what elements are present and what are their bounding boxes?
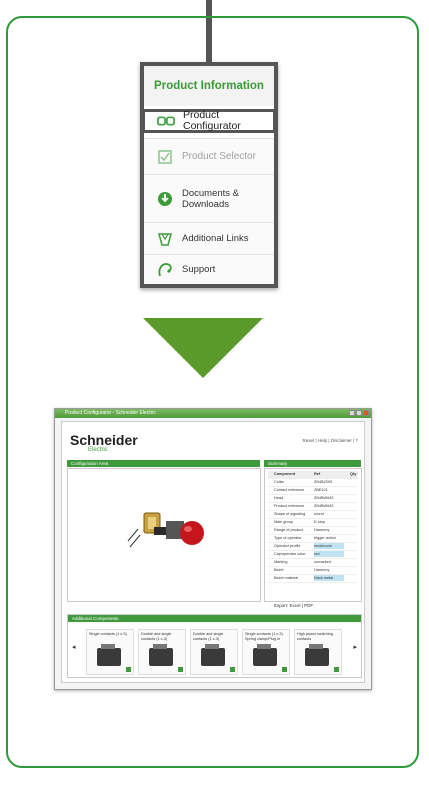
component-image bbox=[253, 644, 277, 666]
component-card-title: High power switching contacts bbox=[297, 632, 333, 641]
summary-row: Main group E-stop bbox=[268, 519, 358, 527]
down-arrow-icon bbox=[143, 318, 263, 378]
summary-title: Summary bbox=[264, 460, 361, 467]
brand-logo: Schneider bbox=[70, 432, 138, 448]
top-links[interactable]: Reset | Help | Disclaimer | ? bbox=[302, 438, 358, 443]
checkbox-icon bbox=[156, 148, 174, 166]
minimize-icon[interactable] bbox=[349, 410, 355, 416]
window-titlebar: Product Configurator - Schneider Electri… bbox=[55, 409, 371, 418]
summary-panel: Component Ref Qty Collar ZB4BZ009 Contact … bbox=[264, 468, 362, 602]
menu-item-documents-downloads[interactable]: Documents & Downloads bbox=[144, 174, 274, 222]
summary-row: Marking unmarked bbox=[268, 559, 358, 567]
summary-row: Range of product Harmony bbox=[268, 527, 358, 535]
component-card[interactable]: Single contacts (1 c-3) Spring clamp/Plu… bbox=[242, 629, 290, 675]
configurator-screenshot: Product Configurator - Schneider Electri… bbox=[54, 408, 372, 690]
component-card[interactable]: Double and single contacts (1 c-3) bbox=[138, 629, 186, 675]
export-links[interactable]: Export: Excel | PDF bbox=[274, 603, 313, 608]
menu-item-label: Additional Links bbox=[182, 233, 249, 244]
summary-row: Type of operator trigger action bbox=[268, 535, 358, 543]
component-card[interactable]: High power switching contacts bbox=[294, 629, 342, 675]
component-card[interactable]: Single contacts (1 c-3) bbox=[86, 629, 134, 675]
brand-logo-sub: Electric bbox=[88, 447, 108, 453]
prev-arrow-icon[interactable]: ◂ bbox=[72, 643, 76, 651]
add-icon[interactable] bbox=[126, 667, 131, 672]
window-controls bbox=[349, 410, 369, 416]
component-image bbox=[97, 644, 121, 666]
menu-item-support[interactable]: Support bbox=[144, 254, 274, 284]
summary-header: Component Ref Qty bbox=[268, 471, 358, 479]
add-icon[interactable] bbox=[334, 667, 339, 672]
product-3d-view[interactable] bbox=[68, 469, 260, 601]
additional-title: Additional Components bbox=[68, 615, 361, 622]
window-title: Product Configurator - Schneider Electri… bbox=[65, 410, 156, 416]
menu-item-label: Product Configurator bbox=[183, 109, 241, 132]
component-image bbox=[201, 644, 225, 666]
summary-row: Contact reference ZBE101 bbox=[268, 487, 358, 495]
add-icon[interactable] bbox=[178, 667, 183, 672]
menu-item-label: Support bbox=[182, 264, 216, 275]
add-icon[interactable] bbox=[230, 667, 235, 672]
menu-header: Product Information bbox=[144, 66, 274, 106]
links-icon bbox=[156, 230, 174, 248]
summary-row: Bezel material black metal bbox=[268, 575, 358, 583]
summary-row: Bezel Harmony bbox=[268, 567, 358, 575]
menu-item-product-configurator[interactable]: Product Configurator bbox=[142, 109, 276, 133]
additional-components: Additional Components ◂ ▸ Single contact… bbox=[67, 614, 362, 678]
component-card-title: Single contacts (1 c-3) Spring clamp/Plu… bbox=[245, 632, 283, 641]
close-icon[interactable] bbox=[363, 410, 369, 416]
component-card[interactable]: Double and single contacts (1 c-3) bbox=[190, 629, 238, 675]
summary-row: Shape of signaling round bbox=[268, 511, 358, 519]
download-icon bbox=[156, 190, 174, 208]
product-menu: Product Information Product Configurator… bbox=[140, 62, 278, 288]
menu-item-label: Product Selector bbox=[182, 151, 256, 162]
config-area-title: Configuration Area bbox=[67, 460, 260, 467]
configuration-area[interactable] bbox=[67, 468, 261, 602]
menu-item-product-selector[interactable]: Product Selector bbox=[144, 138, 274, 174]
component-card-title: Double and single contacts (1 c-3) bbox=[141, 632, 172, 641]
component-image bbox=[305, 644, 329, 666]
next-arrow-icon[interactable]: ▸ bbox=[353, 643, 357, 651]
component-card-title: Double and single contacts (1 c-3) bbox=[193, 632, 224, 641]
configurator-icon bbox=[157, 112, 175, 130]
menu-item-additional-links[interactable]: Additional Links bbox=[144, 222, 274, 254]
component-image bbox=[149, 644, 173, 666]
summary-row: Collar ZB4BZ009 bbox=[268, 479, 358, 487]
support-icon bbox=[156, 261, 174, 279]
summary-row: Product reference ZB4BW643 bbox=[268, 503, 358, 511]
component-card-title: Single contacts (1 c-3) bbox=[89, 632, 127, 636]
app-content: Schneider Electric Reset | Help | Discla… bbox=[61, 421, 365, 683]
menu-item-label: Documents & Downloads bbox=[182, 187, 240, 210]
add-icon[interactable] bbox=[282, 667, 287, 672]
summary-row: Cap/operator color red bbox=[268, 551, 358, 559]
summary-row: Operator profile mushroom bbox=[268, 543, 358, 551]
summary-row: Head ZB4BW643 bbox=[268, 495, 358, 503]
maximize-icon[interactable] bbox=[356, 410, 362, 416]
